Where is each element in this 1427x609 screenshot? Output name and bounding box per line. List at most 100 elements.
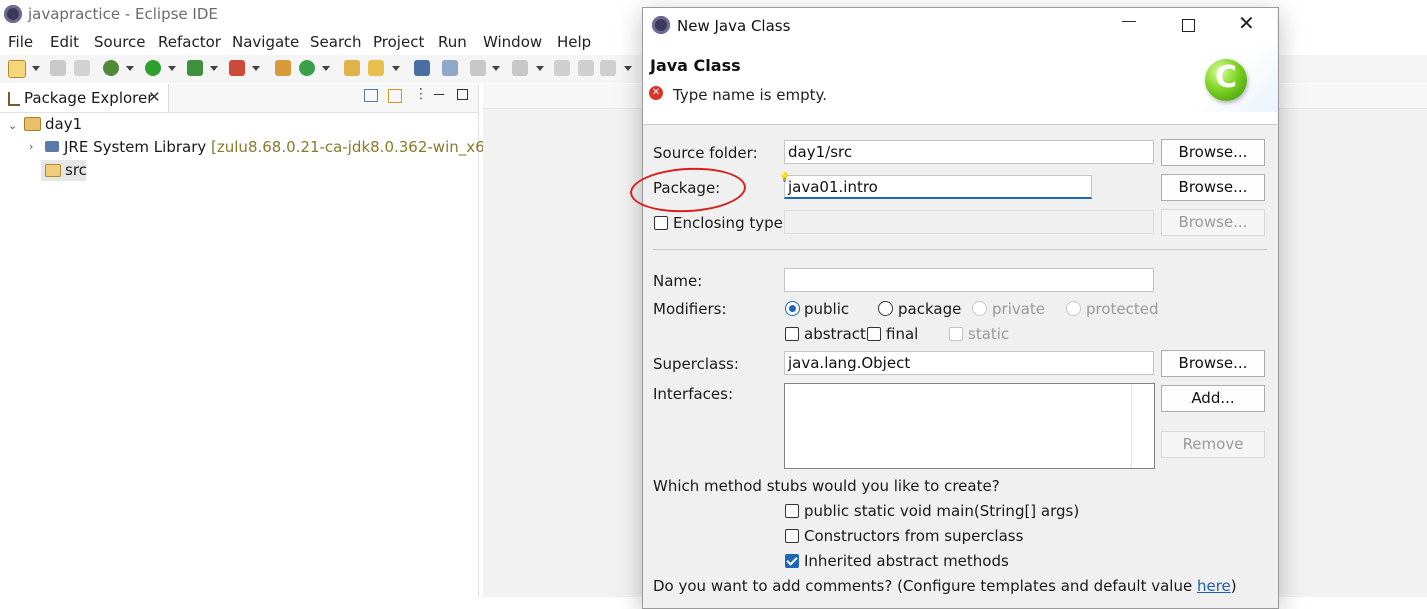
run-icon[interactable] [145,60,161,76]
menu-window[interactable]: Window [483,33,542,51]
inherited-methods-checkbox[interactable] [785,554,799,568]
wizard-page-title: Java Class [650,56,741,75]
enclosing-type-browse-button[interactable]: Browse... [1161,209,1265,236]
jre-label: JRE System Library [64,138,207,156]
chevron-right-icon[interactable]: › [29,140,33,153]
modifier-final-label: final [886,325,919,343]
modifier-protected-radio[interactable] [1066,301,1081,316]
enclosing-type-field[interactable] [784,210,1154,234]
source-folder-browse-button[interactable]: Browse... [1161,139,1265,166]
collapse-all-icon[interactable] [364,89,378,102]
error-icon: ✕ [649,86,663,100]
next-annotation-icon[interactable] [470,60,486,76]
enclosing-type-checkbox[interactable] [654,216,668,230]
external-tools-dropdown-icon[interactable] [252,66,260,71]
coverage-dropdown-icon[interactable] [210,66,218,71]
configure-templates-link[interactable]: here [1197,577,1231,595]
modifier-static-checkbox[interactable] [949,327,963,341]
new-package-icon[interactable] [275,60,291,76]
search-dropdown-icon[interactable] [392,66,400,71]
external-tools-icon[interactable] [229,60,245,76]
new-class-icon[interactable] [299,60,315,76]
main-method-checkbox[interactable] [785,504,799,518]
tree-item-project[interactable]: day1 [45,115,82,133]
forward-icon[interactable] [578,60,594,76]
new-class-dropdown-icon[interactable] [322,66,330,71]
comments-close-paren: ) [1230,577,1237,595]
package-field[interactable]: java01.intro [784,175,1092,199]
library-icon [45,141,59,152]
comments-question-text: Do you want to add comments? (Configure … [653,577,1197,595]
source-folder-label: Source folder: [653,144,758,162]
chevron-down-icon[interactable]: ⌄ [8,119,17,132]
window-title: javapractice - Eclipse IDE [28,5,218,23]
run-dropdown-icon[interactable] [168,66,176,71]
superclass-field[interactable]: java.lang.Object [784,351,1154,375]
mark-occurrences-icon[interactable] [442,60,458,76]
save-icon[interactable] [50,60,66,76]
dialog-title: New Java Class [677,17,791,35]
interfaces-scrollbar[interactable] [1131,384,1154,468]
new-dropdown-icon[interactable] [32,66,40,71]
menu-help[interactable]: Help [557,33,591,51]
tree-item-jre-system-library[interactable]: JRE System Library [zulu8.68.0.21-ca-jdk… [64,138,500,156]
project-folder-icon [24,117,41,131]
menu-file[interactable]: File [8,33,33,51]
remove-interface-button[interactable]: Remove [1161,431,1265,458]
modifier-abstract-checkbox[interactable] [785,327,799,341]
back-icon[interactable] [600,60,616,76]
banner-letter: C [1215,60,1238,95]
comments-question: Do you want to add comments? (Configure … [653,577,1237,595]
menu-source[interactable]: Source [94,33,146,51]
eclipse-icon [652,16,670,34]
inherited-methods-label: Inherited abstract methods [804,552,1009,570]
maximize-icon[interactable] [457,89,468,100]
modifiers-label: Modifiers: [653,300,727,318]
open-type-icon[interactable] [344,60,360,76]
menu-search[interactable]: Search [310,33,362,51]
save-all-icon[interactable] [74,60,90,76]
modifier-public-radio[interactable] [785,301,800,316]
main-method-label: public static void main(String[] args) [804,502,1080,520]
maximize-icon[interactable] [1182,19,1195,32]
next-annotation-dropdown-icon[interactable] [492,66,500,71]
debug-dropdown-icon[interactable] [126,66,134,71]
menu-project[interactable]: Project [373,33,424,51]
console-icon[interactable] [414,60,430,76]
new-icon[interactable] [8,60,26,78]
debug-icon[interactable] [103,60,119,76]
menu-refactor[interactable]: Refactor [158,33,221,51]
coverage-icon[interactable] [187,60,203,76]
superclass-browse-button[interactable]: Browse... [1161,350,1265,377]
add-interface-button[interactable]: Add... [1161,385,1265,412]
close-icon[interactable]: ✕ [1238,11,1255,35]
search-icon[interactable] [368,60,384,76]
modifier-private-radio[interactable] [972,301,987,316]
package-browse-button[interactable]: Browse... [1161,174,1265,201]
jre-version: [zulu8.68.0.21-ca-jdk8.0.362-win_x64] [211,138,501,156]
close-icon[interactable]: ✕ [148,88,161,106]
menu-edit[interactable]: Edit [50,33,79,51]
modifier-package-radio[interactable] [878,301,893,316]
prev-annotation-dropdown-icon[interactable] [536,66,544,71]
enclosing-type-label: Enclosing type: [673,214,788,232]
tree-item-src[interactable]: src [65,161,87,179]
link-with-editor-icon[interactable] [388,89,402,103]
last-edit-icon[interactable] [554,60,570,76]
eclipse-icon [4,5,22,23]
minimize-icon[interactable] [434,94,444,95]
constructors-checkbox[interactable] [785,529,799,543]
modifier-protected-label: protected [1086,300,1159,318]
name-label: Name: [653,272,703,290]
minimize-icon[interactable] [1122,14,1136,28]
menu-navigate[interactable]: Navigate [232,33,299,51]
superclass-label: Superclass: [653,355,739,373]
view-menu-icon[interactable]: ⋮ [414,86,428,102]
menu-run[interactable]: Run [438,33,467,51]
name-field[interactable] [784,268,1154,292]
modifier-final-checkbox[interactable] [867,327,881,341]
source-folder-field[interactable]: day1/src [784,140,1154,164]
back-dropdown-icon[interactable] [624,66,632,71]
interfaces-list[interactable] [784,383,1155,469]
prev-annotation-icon[interactable] [512,60,528,76]
